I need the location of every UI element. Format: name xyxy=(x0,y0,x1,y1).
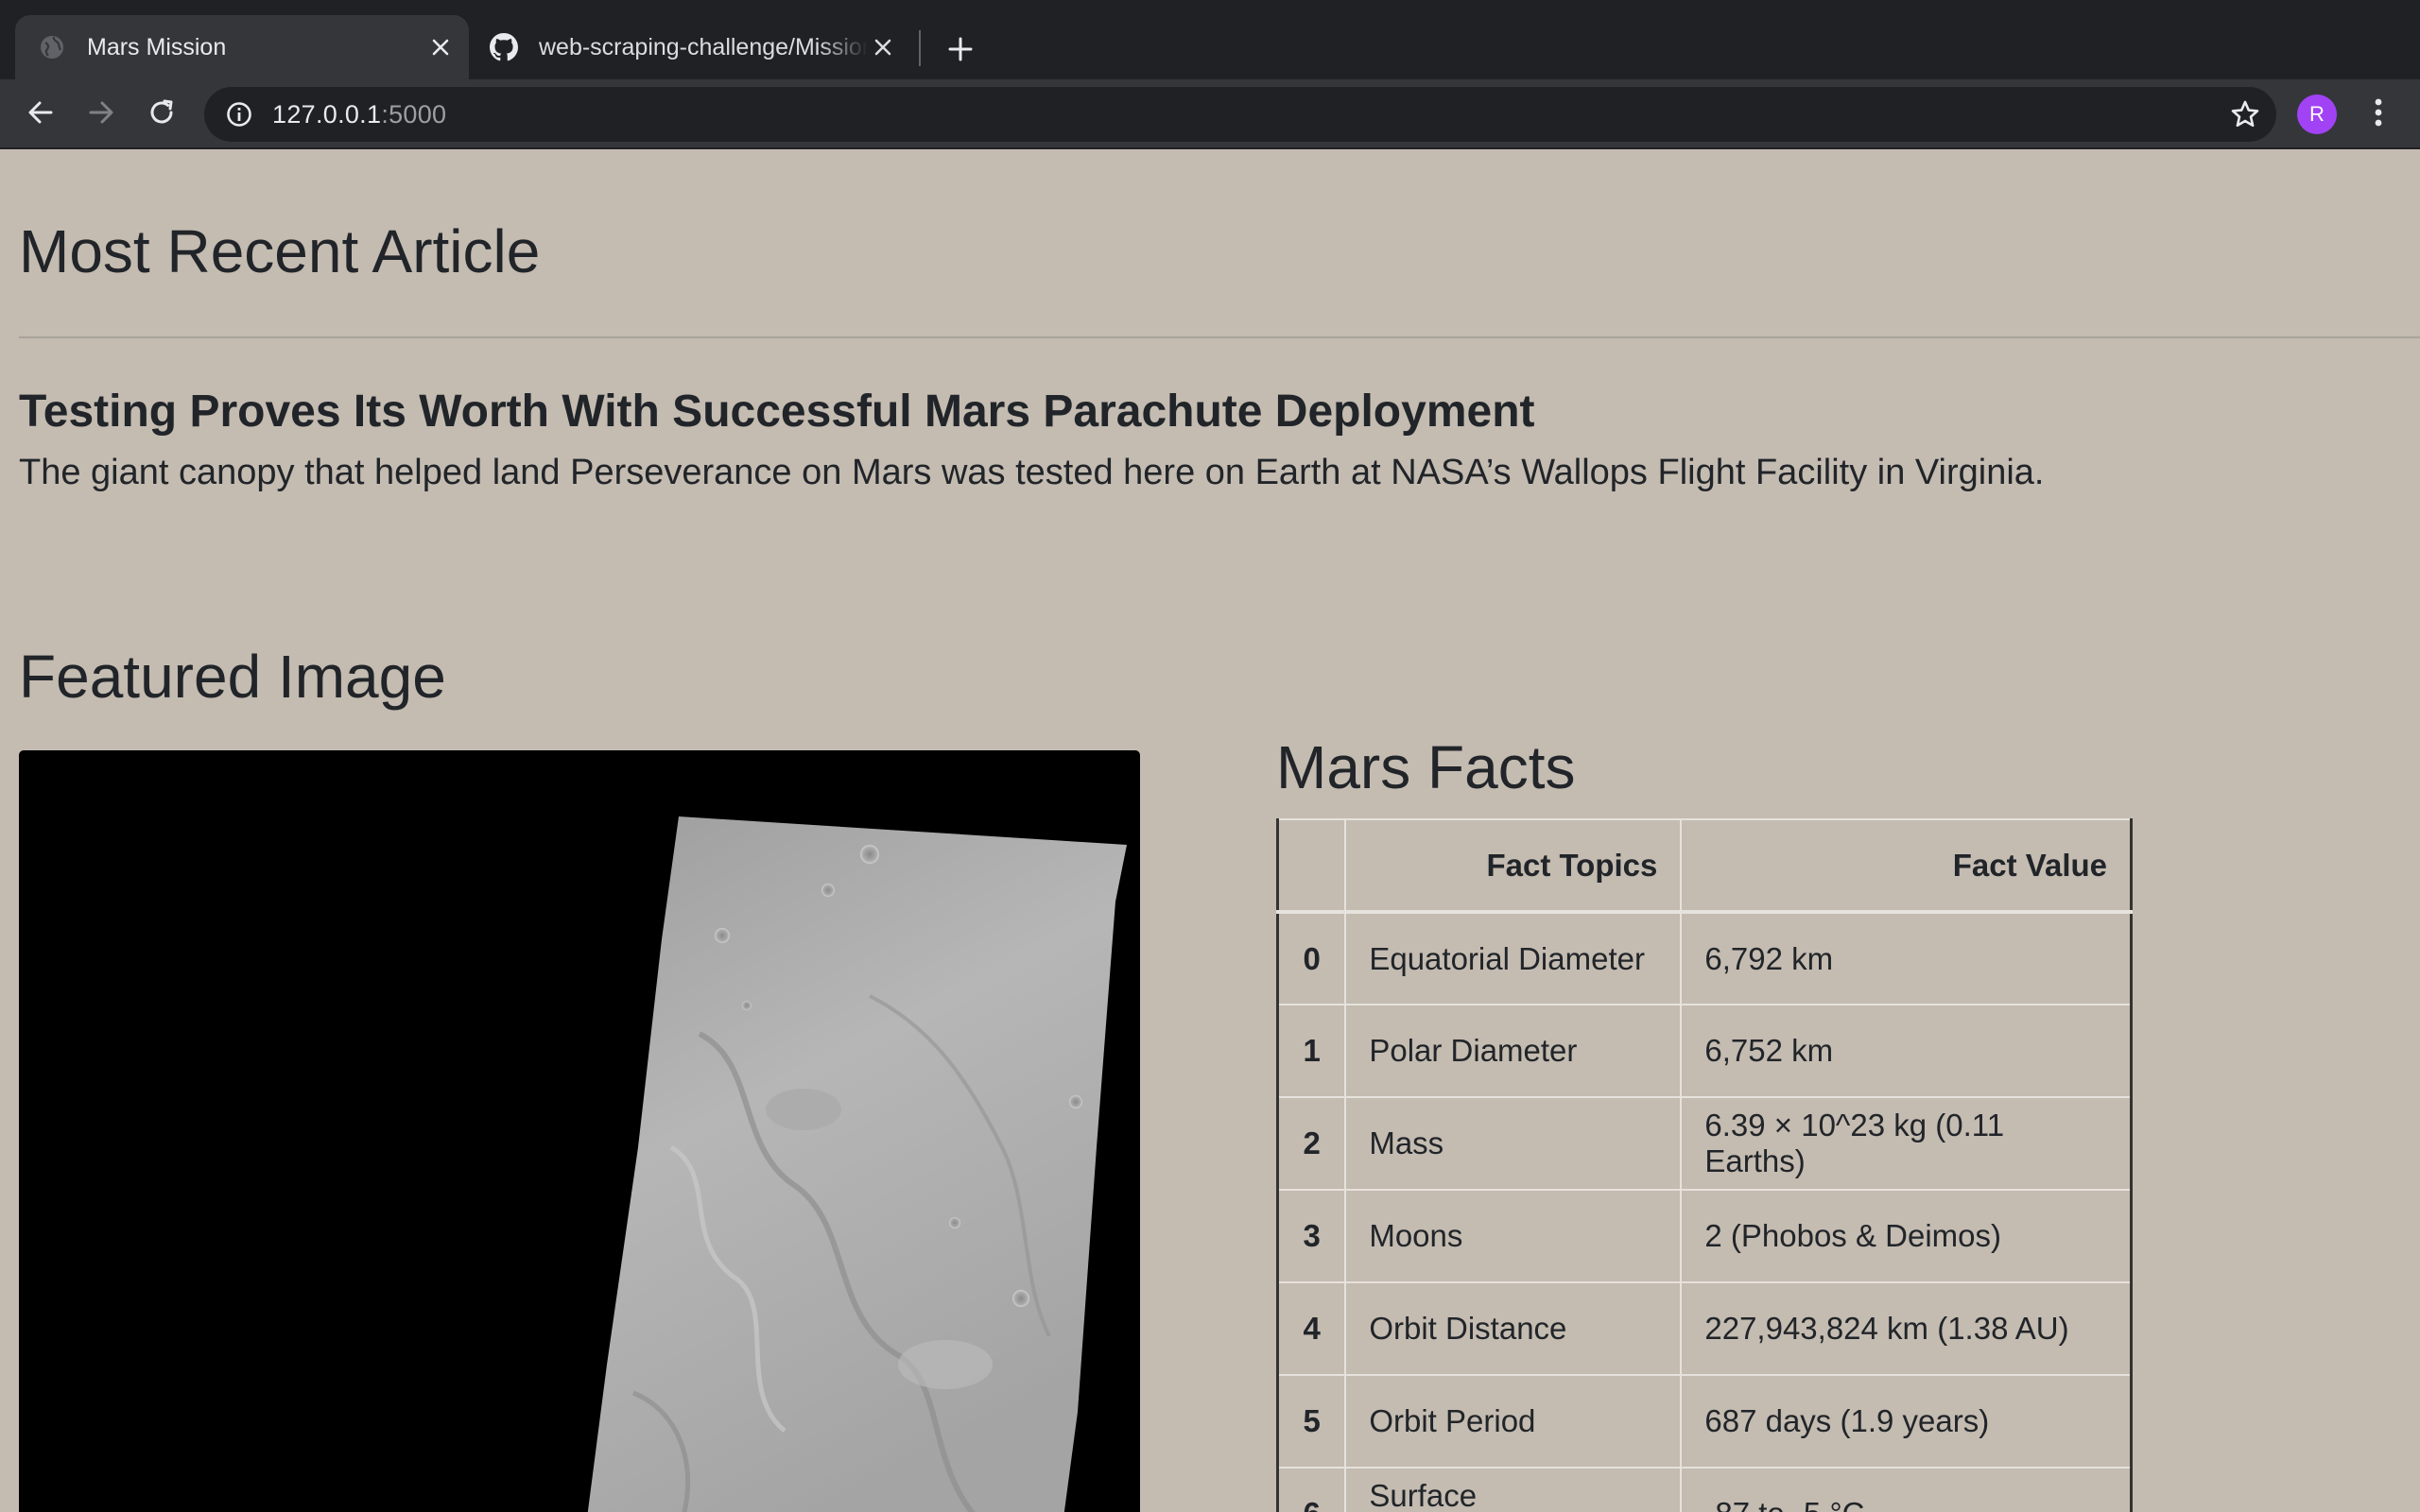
row-index: 5 xyxy=(1276,1374,1347,1469)
url-port: :5000 xyxy=(381,99,447,129)
index-column-header xyxy=(1276,818,1347,914)
mars-facts-heading: Mars Facts xyxy=(1276,733,1576,801)
reload-button[interactable] xyxy=(140,93,183,136)
fact-topic: Mass xyxy=(1344,1096,1683,1191)
table-row: 6 Surface Temperature -87 to -5 °C xyxy=(1276,1467,2134,1512)
reload-icon xyxy=(147,98,176,131)
fact-topic: Polar Diameter xyxy=(1344,1004,1683,1098)
profile-avatar[interactable]: R xyxy=(2297,94,2337,134)
fact-value: -87 to -5 °C xyxy=(1680,1467,2134,1512)
tab-separator xyxy=(919,30,921,66)
row-index: 0 xyxy=(1276,911,1347,1005)
fact-value: 2 (Phobos & Deimos) xyxy=(1680,1189,2134,1283)
url-host: 127.0.0.1 xyxy=(272,99,382,129)
tab-title: web-scraping-challenge/Mission_to_Mars xyxy=(539,33,868,60)
fact-topic: Equatorial Diameter xyxy=(1344,911,1683,1005)
table-row: 2 Mass 6.39 × 10^23 kg (0.11 Earths) xyxy=(1276,1096,2134,1191)
table-row: 3 Moons 2 (Phobos & Deimos) xyxy=(1276,1189,2134,1283)
back-button[interactable] xyxy=(19,93,62,136)
row-index: 1 xyxy=(1276,1004,1347,1098)
tab-github-repo[interactable]: web-scraping-challenge/Mission_to_Mars xyxy=(476,15,911,79)
fact-topics-header: Fact Topics xyxy=(1344,818,1683,914)
address-bar[interactable]: 127.0.0.1:5000 xyxy=(204,87,2276,142)
close-tab-icon[interactable] xyxy=(868,32,898,62)
fact-value: 6.39 × 10^23 kg (0.11 Earths) xyxy=(1680,1096,2134,1191)
divider xyxy=(19,336,2420,338)
fact-value: 687 days (1.9 years) xyxy=(1680,1374,2134,1469)
table-row: 0 Equatorial Diameter 6,792 km xyxy=(1276,911,2134,1005)
row-index: 3 xyxy=(1276,1189,1347,1283)
news-title: Testing Proves Its Worth With Successful… xyxy=(19,387,1535,437)
page-content: Most Recent Article Testing Proves Its W… xyxy=(0,149,2420,1512)
article-heading: Most Recent Article xyxy=(19,217,541,285)
mars-facts-table: Fact Topics Fact Value 0 Equatorial Diam… xyxy=(1276,818,2134,1512)
plus-icon xyxy=(947,36,974,67)
browser-menu-button[interactable] xyxy=(2360,93,2397,136)
fact-topic: Orbit Period xyxy=(1344,1374,1683,1469)
close-tab-icon[interactable] xyxy=(425,32,456,62)
fact-topic: Moons xyxy=(1344,1189,1683,1283)
site-info-icon[interactable] xyxy=(225,100,253,129)
bookmark-star-icon[interactable] xyxy=(2229,98,2261,130)
news-paragraph: The giant canopy that helped land Persev… xyxy=(19,453,2045,492)
new-tab-button[interactable] xyxy=(940,30,981,72)
table-row: 4 Orbit Distance 227,943,824 km (1.38 AU… xyxy=(1276,1281,2134,1376)
tab-strip: Mars Mission web-scraping-challenge/Miss… xyxy=(0,0,2420,79)
fact-topic: Surface Temperature xyxy=(1344,1467,1683,1512)
tab-mars-mission[interactable]: Mars Mission xyxy=(15,15,469,79)
row-index: 6 xyxy=(1276,1467,1347,1512)
row-index: 2 xyxy=(1276,1096,1347,1191)
arrow-right-icon xyxy=(87,98,115,131)
arrow-left-icon xyxy=(26,98,55,131)
browser-toolbar: 127.0.0.1:5000 R xyxy=(0,79,2420,149)
fact-value: 6,752 km xyxy=(1680,1004,2134,1098)
fact-topic: Orbit Distance xyxy=(1344,1281,1683,1376)
kebab-menu-icon xyxy=(2375,98,2382,131)
table-header-row: Fact Topics Fact Value xyxy=(1276,818,2134,914)
row-index: 4 xyxy=(1276,1281,1347,1376)
fact-value: 227,943,824 km (1.38 AU) xyxy=(1680,1281,2134,1376)
forward-button[interactable] xyxy=(79,93,123,136)
fact-value-header: Fact Value xyxy=(1680,818,2134,914)
github-icon xyxy=(490,33,518,61)
featured-image-heading: Featured Image xyxy=(19,643,446,711)
globe-icon xyxy=(38,33,66,61)
featured-mars-image xyxy=(19,750,1140,1512)
table-row: 1 Polar Diameter 6,752 km xyxy=(1276,1004,2134,1098)
url-text: 127.0.0.1:5000 xyxy=(272,100,446,129)
tab-title: Mars Mission xyxy=(87,33,227,60)
table-row: 5 Orbit Period 687 days (1.9 years) xyxy=(1276,1374,2134,1469)
fact-value: 6,792 km xyxy=(1680,911,2134,1005)
